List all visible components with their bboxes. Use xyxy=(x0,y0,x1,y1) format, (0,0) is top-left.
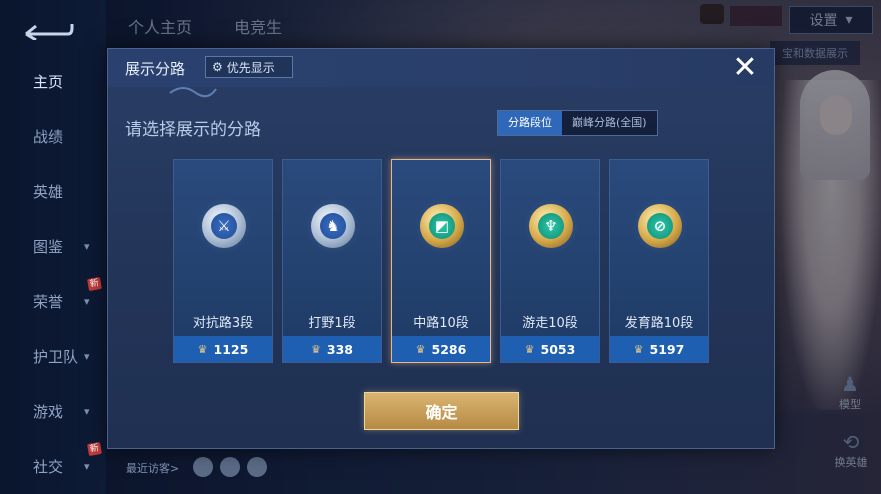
lane-score-bar: ♛ 5197 xyxy=(610,336,708,362)
lane-badge-icon: ⊘ xyxy=(638,204,682,248)
lane-rank: 对抗路3段 xyxy=(192,316,254,331)
tab-lane-1[interactable]: 巅峰分路(全国) xyxy=(562,111,657,135)
decorative-swirl xyxy=(169,87,217,98)
close-icon[interactable]: ✕ xyxy=(730,53,760,83)
sidebar: 主页 战绩 英雄 图鉴 ▾ 荣誉 ▾ 新护卫队 ▾ 游戏 ▾ 社交 ▾ 新 xyxy=(0,0,106,494)
sidebar-item-label: 战绩 xyxy=(33,127,64,146)
sidebar-item[interactable]: 社交 ▾ 新 xyxy=(0,441,106,481)
chevron-down-icon: ▾ xyxy=(84,239,90,253)
lane-badge-icon: ♞ xyxy=(311,204,355,248)
sidebar-item[interactable]: 主页 xyxy=(0,66,106,96)
chevron-down-icon: ▾ xyxy=(84,404,90,418)
lane-card[interactable]: ♆ 游走10段 ♛ 5053 xyxy=(500,159,600,363)
lane-rank: 打野1段 xyxy=(308,316,356,331)
lane-card[interactable]: ⊘ 发育路10段 ♛ 5197 xyxy=(609,159,709,363)
lane-card[interactable]: ◩ 中路10段 ♛ 5286 xyxy=(391,159,491,363)
back-arrow-icon[interactable] xyxy=(22,14,74,40)
priority-label: 优先显示 xyxy=(226,60,275,75)
visitor-avatar[interactable] xyxy=(247,457,267,477)
crown-icon: ♛ xyxy=(311,342,321,356)
sidebar-item-label: 荣誉 xyxy=(33,292,64,311)
sidebar-item[interactable]: 护卫队 ▾ xyxy=(0,341,106,371)
lane-badge-icon: ◩ xyxy=(420,204,464,248)
new-badge: 新 xyxy=(87,276,102,292)
sidebar-item-label: 社交 xyxy=(33,457,64,476)
sidebar-item[interactable]: 荣誉 ▾ 新 xyxy=(0,276,106,316)
lane-glyph-icon: ♆ xyxy=(538,213,564,239)
sidebar-item[interactable]: 英雄 xyxy=(0,176,106,206)
sidebar-item-label: 英雄 xyxy=(33,182,64,201)
sidebar-item-label: 图鉴 xyxy=(33,237,64,256)
crown-icon: ♛ xyxy=(524,342,535,356)
crown-icon: ♛ xyxy=(633,342,644,356)
lane-score-bar: ♛ 5053 xyxy=(501,336,599,362)
lane-badge-icon: ⚔ xyxy=(202,204,246,248)
sidebar-item-label: 游戏 xyxy=(33,402,64,421)
tab-lane-0[interactable]: 分路段位 xyxy=(498,111,562,135)
chevron-down-icon: ▾ xyxy=(84,349,90,363)
lane-score-bar: ♛ 1125 xyxy=(174,336,272,362)
sidebar-item[interactable]: 图鉴 ▾ xyxy=(0,231,106,261)
lane-glyph-icon: ♞ xyxy=(320,213,346,239)
sidebar-item-label: 护卫队 xyxy=(33,347,79,366)
priority-display-button[interactable]: ⚙ 优先显示 xyxy=(205,56,293,78)
gear-icon: ⚙ xyxy=(212,60,223,74)
lane-score-bar: ♛ 338 xyxy=(283,336,381,362)
lane-rank: 发育路10段 xyxy=(624,316,694,331)
lane-score: 338 xyxy=(326,341,353,357)
lane-card[interactable]: ♞ 打野1段 ♛ 338 xyxy=(282,159,382,363)
lane-glyph-icon: ⚔ xyxy=(211,213,237,239)
chevron-down-icon: ▾ xyxy=(84,459,90,473)
lane-score: 1125 xyxy=(213,341,249,357)
modal-title: 展示分路 xyxy=(125,60,186,78)
lane-score: 5197 xyxy=(649,341,685,357)
sidebar-item-label: 主页 xyxy=(33,72,64,91)
lane-rank: 游走10段 xyxy=(522,316,578,331)
sidebar-item[interactable]: 游戏 ▾ xyxy=(0,396,106,426)
visitor-avatar[interactable] xyxy=(220,457,240,477)
lane-score-bar: ♛ 5286 xyxy=(392,336,490,362)
new-badge: 新 xyxy=(87,441,102,457)
lane-card[interactable]: ⚔ 对抗路3段 ♛ 1125 xyxy=(173,159,273,363)
modal-header: 展示分路 ⚙ 优先显示 ✕ xyxy=(108,49,774,87)
lane-score: 5286 xyxy=(431,341,467,357)
visitor-avatar[interactable] xyxy=(193,457,213,477)
sidebar-item[interactable]: 战绩 xyxy=(0,121,106,151)
lane-glyph-icon: ◩ xyxy=(429,213,455,239)
crown-icon: ♛ xyxy=(197,342,208,356)
lane-badge-icon: ♆ xyxy=(529,204,573,248)
lane-display-modal: 展示分路 ⚙ 优先显示 ✕ 请选择展示的分路 分路段位 巅峰分路(全国) ⚔ 对抗路… xyxy=(107,48,775,449)
lane-tabs: 分路段位 巅峰分路(全国) xyxy=(497,110,658,136)
crown-icon: ♛ xyxy=(415,342,426,356)
lane-score: 5053 xyxy=(540,341,576,357)
chevron-down-icon: ▾ xyxy=(84,294,90,308)
modal-subtitle: 请选择展示的分路 xyxy=(125,120,261,140)
recent-visitors[interactable]: 最近访客> xyxy=(126,460,179,476)
lane-rank: 中路10段 xyxy=(413,316,469,331)
confirm-button[interactable]: 确定 xyxy=(364,392,519,430)
lane-glyph-icon: ⊘ xyxy=(647,213,673,239)
